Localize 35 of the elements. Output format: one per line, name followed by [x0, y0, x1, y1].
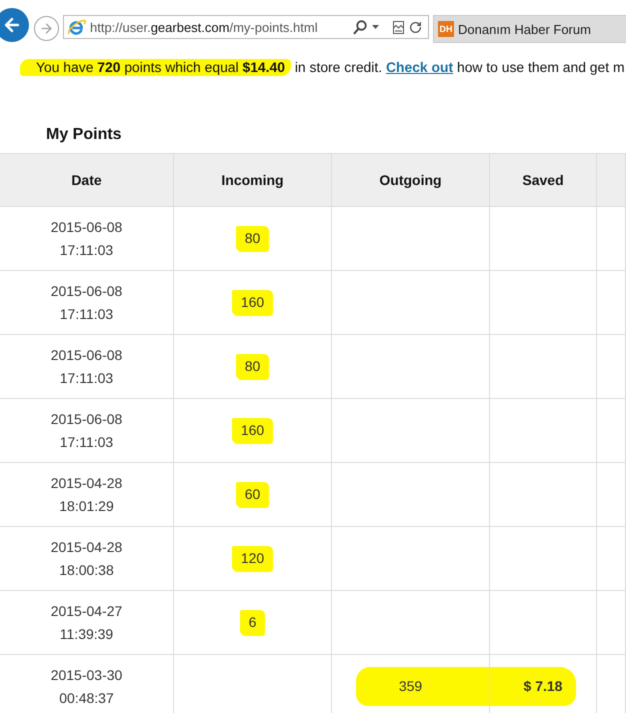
forward-button[interactable] [34, 16, 59, 41]
date-cell: 2015-06-08 17:11:03 [0, 271, 174, 334]
table-cell: 6 [174, 591, 332, 654]
points-notice: You have 720 points which equal $14.40 in store credit. Check out how to use them and get m [20, 57, 626, 78]
caret-down-icon[interactable] [372, 25, 379, 29]
table-cell: 80 [174, 335, 332, 398]
table-cell: 160 [174, 399, 332, 462]
date-cell: 2015-04-28 18:01:29 [0, 463, 174, 526]
date-cell: 2015-03-30 00:48:37 [0, 655, 174, 713]
back-button[interactable] [0, 8, 29, 42]
date-cell: 2015-06-08 17:11:03 [0, 399, 174, 462]
table-cell: $ 7.18 [490, 655, 597, 713]
table-cell: 80 [174, 207, 332, 270]
address-field[interactable]: http://user.gearbest.com/my-points.html [63, 15, 429, 39]
column-header: Saved [490, 154, 597, 206]
column-header: Outgoing [332, 154, 490, 206]
check-out-link[interactable]: Check out [386, 59, 454, 75]
broken-page-icon[interactable] [393, 20, 404, 34]
column-header: Date [0, 154, 174, 206]
column-header: Incoming [174, 154, 332, 206]
browser-tab[interactable]: DH Donanım Haber Forum [433, 15, 626, 43]
search-icon[interactable] [353, 20, 367, 34]
table-cell: 60 [174, 463, 332, 526]
site-favicon: DH [438, 21, 454, 37]
e-logo-icon [68, 18, 86, 36]
tab-title: Donanım Haber Forum [458, 22, 591, 36]
refresh-icon[interactable] [409, 20, 422, 34]
section-title: My Points [46, 125, 123, 145]
date-cell: 2015-04-27 11:39:39 [0, 591, 174, 654]
table-cell: 120 [174, 527, 332, 590]
date-cell: 2015-06-08 17:11:03 [0, 335, 174, 398]
arrow-right-icon [39, 21, 54, 36]
table-cell: 160 [174, 271, 332, 334]
date-cell: 2015-06-08 17:11:03 [0, 207, 174, 270]
date-cell: 2015-04-28 18:00:38 [0, 527, 174, 590]
